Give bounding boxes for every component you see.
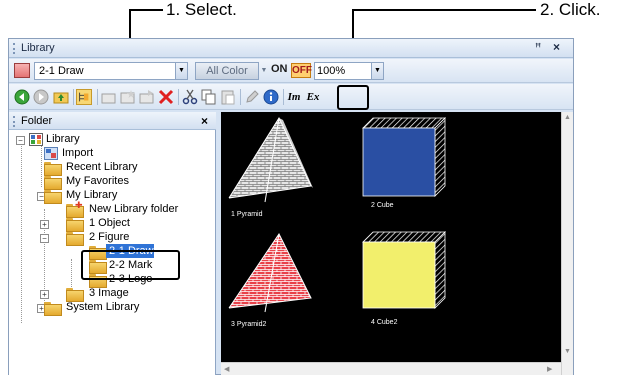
tree-node-library[interactable]: − Library (9, 133, 129, 147)
collapse-icon[interactable]: − (40, 234, 49, 243)
toolbar-separator (283, 89, 284, 105)
folder-icon (44, 302, 62, 316)
folder-icon (66, 218, 84, 232)
folder-open-icon (44, 190, 62, 204)
vertical-scrollbar[interactable]: ▲ ▼ (561, 112, 573, 375)
expand-icon[interactable]: + (40, 220, 49, 229)
thumbnail-label: 2 Cube (371, 202, 394, 209)
back-icon[interactable] (14, 89, 30, 105)
move-item-icon[interactable] (139, 89, 155, 105)
export-button[interactable]: Ex (305, 89, 321, 105)
folder-pane-close-icon[interactable]: × (201, 114, 208, 128)
window-title: Library (21, 42, 55, 54)
import-button[interactable]: Im (286, 89, 302, 105)
thumbnail-cube[interactable] (362, 117, 446, 197)
pane-grip[interactable] (13, 116, 15, 127)
callout-1-leader (129, 9, 163, 11)
scroll-up-icon[interactable]: ▲ (562, 114, 573, 121)
library-select[interactable]: 2-1 Draw ▼ (34, 62, 188, 80)
cut-icon[interactable] (182, 89, 198, 105)
thumbnail-label: 1 Pyramid (231, 211, 263, 218)
thumbnail-pyramid2[interactable] (228, 233, 312, 313)
folder-open-icon (66, 232, 84, 246)
window-titlebar: Library ꟸ × (9, 39, 573, 58)
callout-step-2: 2. Click. (540, 0, 601, 19)
scroll-right-icon[interactable]: ▶ (547, 365, 552, 373)
tree-label: Recent Library (66, 161, 138, 173)
toolbar-separator (178, 89, 179, 105)
toolbar-separator (97, 89, 98, 105)
tree-node-system-library[interactable]: + System Library (9, 301, 169, 316)
color-mode-button[interactable]: All Color (195, 62, 259, 80)
edit-pencil-icon[interactable] (244, 89, 260, 105)
tree-label: New Library folder (89, 203, 179, 215)
up-folder-icon[interactable] (53, 89, 69, 105)
chevron-down-icon[interactable]: ▼ (259, 62, 269, 80)
scroll-left-icon[interactable]: ◀ (224, 365, 229, 373)
tree-node-my-favorites[interactable]: My Favorites (9, 175, 149, 190)
info-icon[interactable] (263, 89, 279, 105)
library-window: Library ꟸ × 2-1 Draw ▼ All Color ▼ ON OF… (8, 38, 574, 375)
forward-icon[interactable] (33, 89, 49, 105)
toolbar-separator (73, 89, 74, 105)
titlebar-grip[interactable] (13, 43, 16, 54)
folder-icon (44, 176, 62, 190)
tree-node-import[interactable]: Import (9, 147, 129, 161)
import-icon (44, 147, 58, 160)
window-close-icon[interactable]: × (553, 40, 560, 54)
zoom-value: 100% (317, 65, 346, 77)
tree-label: System Library (66, 301, 140, 313)
new-item-icon[interactable] (120, 89, 136, 105)
tree-label: 1 Object (89, 217, 130, 229)
on-button[interactable]: ON (271, 63, 288, 75)
zoom-select[interactable]: 100% ▼ (314, 62, 384, 80)
horizontal-scrollbar[interactable]: ◀ ▶ (221, 362, 561, 375)
tree-label: 2 Figure (89, 231, 130, 243)
expand-icon[interactable]: + (40, 290, 49, 299)
pin-icon[interactable]: ꟸ (535, 41, 541, 54)
chevron-down-icon[interactable]: ▼ (371, 63, 383, 79)
highlight-select-2-1-draw (81, 250, 180, 280)
chevron-down-icon[interactable]: ▼ (175, 63, 187, 79)
tree-label: 3 Image (89, 287, 129, 299)
library-root-icon (29, 133, 43, 146)
toolbar-separator (240, 89, 241, 105)
folder-pane-header: Folder × (9, 112, 216, 130)
copy-icon[interactable] (201, 89, 217, 105)
tree-node-new-library-folder[interactable]: ✚ New Library folder (9, 200, 199, 218)
new-star-icon: ✚ (75, 200, 83, 210)
tree-label: My Favorites (66, 175, 129, 187)
folder-tree-toggle-icon[interactable] (76, 89, 92, 105)
library-thumbnail-area: 1 Pyramid 2 Cube 3 Pyramid2 4 Cube2 (221, 112, 561, 362)
toolbar-actions: Im Ex (9, 84, 573, 110)
folder-icon (44, 162, 62, 176)
folder-icon (66, 288, 84, 302)
tree-node-1-object[interactable]: + 1 Object (9, 217, 149, 232)
tree-node-3-image[interactable]: + 3 Image (9, 287, 149, 302)
library-icon[interactable] (14, 63, 30, 78)
highlight-export-button (337, 85, 369, 110)
paste-icon[interactable] (220, 89, 236, 105)
new-folder-icon[interactable] (101, 89, 117, 105)
thumbnail-label: 4 Cube2 (371, 319, 398, 326)
off-button[interactable]: OFF (291, 63, 312, 78)
toolbar-top: 2-1 Draw ▼ All Color ▼ ON OFF 100% ▼ (9, 59, 573, 83)
library-select-value: 2-1 Draw (39, 65, 84, 77)
collapse-icon[interactable]: − (16, 136, 25, 145)
tree-label: Library (46, 133, 80, 145)
tree-node-2-figure[interactable]: − 2 Figure (9, 231, 149, 246)
tree-node-recent-library[interactable]: Recent Library (9, 161, 149, 176)
folder-pane: Folder × − Library Import Recent Library… (9, 112, 216, 375)
delete-icon[interactable] (158, 89, 174, 105)
tree-label: My Library (66, 189, 118, 201)
scroll-down-icon[interactable]: ▼ (562, 348, 573, 355)
callout-step-1: 1. Select. (166, 0, 237, 19)
thumbnail-pyramid[interactable] (228, 116, 313, 203)
tree-label: Import (62, 147, 94, 159)
folder-pane-title: Folder (21, 115, 53, 127)
callout-2-leader (352, 9, 536, 11)
thumbnail-cube2[interactable] (362, 231, 446, 309)
thumbnail-label: 3 Pyramid2 (231, 321, 267, 328)
